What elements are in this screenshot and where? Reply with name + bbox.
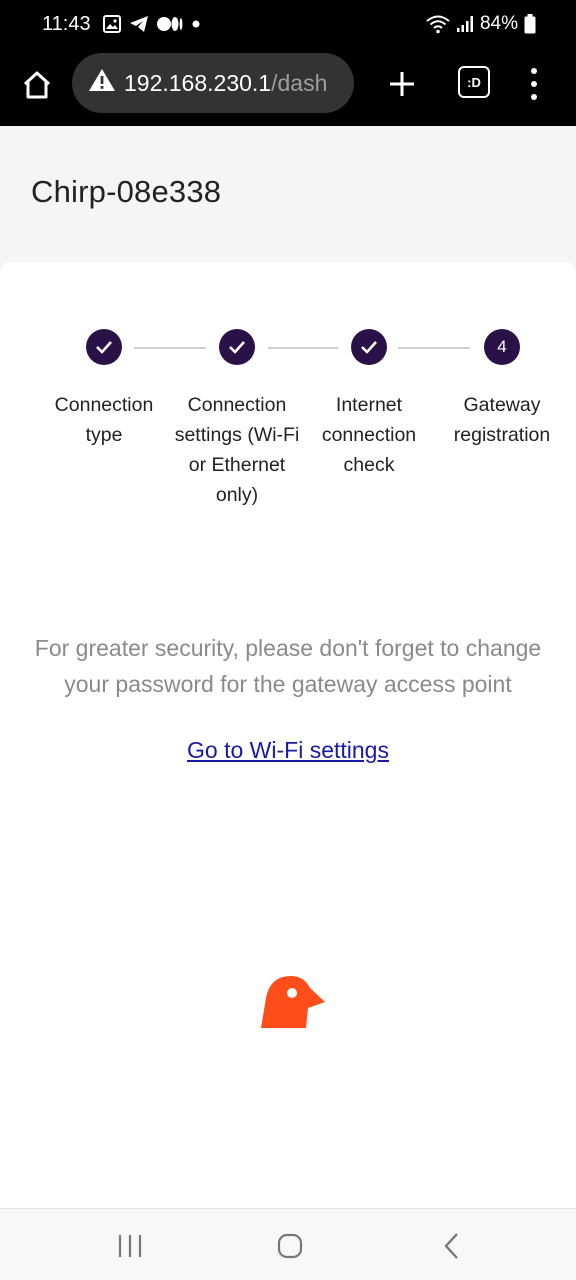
chirp-bird-logo — [258, 974, 328, 1030]
medium-icon — [156, 16, 183, 32]
wifi-icon — [426, 14, 450, 34]
step-2-indicator — [219, 329, 255, 365]
dot-icon — [191, 19, 201, 29]
not-secure-warning-icon[interactable] — [88, 68, 116, 98]
recents-button[interactable] — [110, 1231, 150, 1261]
battery-icon — [524, 14, 536, 34]
step-4-label: Gateway registration — [453, 394, 551, 446]
step-connector — [398, 347, 470, 349]
check-icon — [229, 341, 245, 354]
home-icon — [23, 71, 51, 99]
home-icon — [277, 1233, 303, 1259]
new-tab-button[interactable] — [384, 66, 420, 102]
url-host: 192.168.230.1 — [124, 69, 272, 96]
dot — [531, 94, 537, 100]
step-4-indicator: 4 — [484, 329, 520, 365]
step-connector — [268, 347, 338, 349]
page-header: Chirp-08e338 — [0, 126, 576, 264]
browser-home-button[interactable] — [18, 66, 56, 104]
status-right: 84% — [426, 13, 536, 35]
browser-menu-button[interactable] — [522, 66, 546, 102]
plus-icon — [390, 72, 414, 96]
dot — [531, 68, 537, 74]
status-left: 11:43 — [42, 13, 201, 36]
browser-toolbar: 192.168.230.1/dash :D — [0, 48, 576, 126]
gallery-icon — [102, 15, 121, 33]
back-button[interactable] — [432, 1231, 472, 1261]
telegram-icon — [129, 15, 149, 33]
system-nav-bar — [0, 1208, 576, 1280]
signal-icon — [456, 15, 474, 33]
security-message: For greater security, please don't forge… — [34, 635, 542, 697]
check-icon — [96, 341, 112, 354]
home-button[interactable] — [270, 1231, 310, 1261]
back-icon — [444, 1233, 458, 1259]
wifi-settings-link[interactable]: Go to Wi-Fi settings — [0, 737, 576, 764]
address-bar[interactable]: 192.168.230.1/dash — [72, 53, 354, 113]
check-icon — [361, 341, 377, 354]
step-1-indicator — [86, 329, 122, 365]
recents-icon — [118, 1235, 142, 1257]
dot — [531, 81, 537, 87]
battery-percent: 84% — [479, 13, 518, 34]
setup-card: Connection type Connection settings (Wi-… — [0, 262, 576, 1208]
step-connector — [134, 347, 206, 349]
tab-switcher-button[interactable]: :D — [458, 66, 490, 98]
device-title: Chirp-08e338 — [31, 174, 222, 209]
step-1-label: Connection type — [54, 394, 154, 446]
step-2-label: Connection settings (Wi-Fi or Ethernet o… — [174, 394, 300, 506]
step-3-indicator — [351, 329, 387, 365]
status-bar: 11:43 84% — [0, 0, 576, 48]
setup-stepper: Connection type Connection settings (Wi-… — [0, 262, 576, 562]
status-time: 11:43 — [42, 12, 91, 35]
url-path: /dash — [271, 69, 328, 96]
step-3-label: Internet connection check — [321, 394, 417, 476]
